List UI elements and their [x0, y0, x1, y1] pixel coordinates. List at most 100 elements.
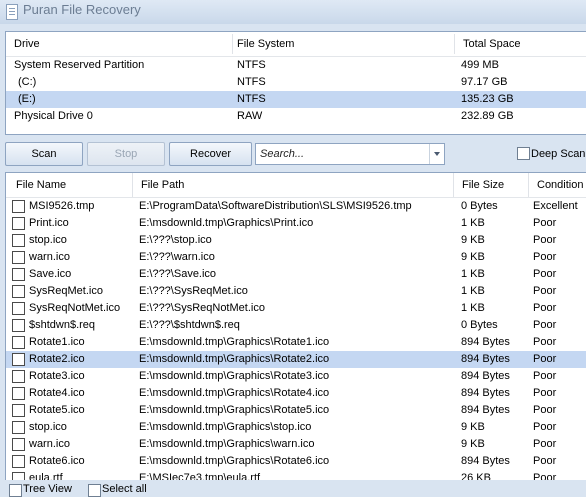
file-cell-size: 1 KB: [461, 302, 485, 314]
file-select-checkbox[interactable]: [12, 234, 25, 247]
file-cell-size: 9 KB: [461, 438, 485, 450]
file-row[interactable]: Rotate5.ico E:\msdownld.tmp\Graphics\Rota…: [6, 402, 586, 419]
drive-list[interactable]: Drive File System Total Space System Res…: [5, 31, 586, 135]
column-header-condition[interactable]: Condition: [537, 179, 583, 191]
deep-scan-label[interactable]: Deep Scan: [531, 148, 585, 160]
file-cell-path: E:\???\$shtdwn$.req: [139, 319, 240, 331]
column-header-drive[interactable]: Drive: [14, 38, 40, 50]
deep-scan-checkbox[interactable]: [517, 147, 530, 160]
file-select-checkbox[interactable]: [12, 353, 25, 366]
file-cell-name: SysReqMet.ico: [29, 285, 103, 297]
drive-row[interactable]: (C:) NTFS 97.17 GB: [6, 74, 586, 91]
file-cell-condition: Poor: [533, 268, 557, 280]
file-select-checkbox[interactable]: [12, 217, 25, 230]
file-row[interactable]: Rotate4.ico E:\msdownld.tmp\Graphics\Rota…: [6, 385, 586, 402]
file-cell-condition: Poor: [533, 387, 557, 399]
file-cell-condition: Poor: [533, 336, 557, 348]
file-select-checkbox[interactable]: [12, 285, 25, 298]
file-cell-name: Rotate3.ico: [29, 370, 85, 382]
file-cell-size: 894 Bytes: [461, 387, 510, 399]
drive-cell-drive: Physical Drive 0: [14, 110, 93, 122]
file-row[interactable]: stop.ico E:\???\stop.ico 9 KB Poor: [6, 232, 586, 249]
file-select-checkbox[interactable]: [12, 302, 25, 315]
file-list[interactable]: File Name File Path File Size Condition …: [5, 172, 586, 482]
drive-cell-drive: (C:): [18, 76, 37, 88]
file-cell-condition: Excellent: [533, 200, 578, 212]
file-row[interactable]: Rotate1.ico E:\msdownld.tmp\Graphics\Rota…: [6, 334, 586, 351]
file-cell-condition: Poor: [533, 234, 557, 246]
drive-row[interactable]: Physical Drive 0 RAW 232.89 GB: [6, 108, 586, 125]
file-select-checkbox[interactable]: [12, 251, 25, 264]
file-select-checkbox[interactable]: [12, 387, 25, 400]
file-cell-name: Rotate4.ico: [29, 387, 85, 399]
file-cell-path: E:\msdownld.tmp\Graphics\Rotate1.ico: [139, 336, 330, 348]
tree-view-checkbox[interactable]: [9, 484, 22, 497]
search-input[interactable]: [256, 144, 428, 164]
drive-cell-fs: NTFS: [237, 76, 266, 88]
drive-row[interactable]: (E:) NTFS 135.23 GB: [6, 91, 586, 108]
file-row[interactable]: Rotate3.ico E:\msdownld.tmp\Graphics\Rota…: [6, 368, 586, 385]
file-row[interactable]: SysReqMet.ico E:\???\SysReqMet.ico 1 KB Poo…: [6, 283, 586, 300]
file-cell-name: Rotate2.ico: [29, 353, 85, 365]
select-all-checkbox[interactable]: [88, 484, 101, 497]
column-divider[interactable]: [453, 173, 454, 197]
file-cell-path: E:\msdownld.tmp\Graphics\stop.ico: [139, 421, 312, 433]
file-row[interactable]: SysReqNotMet.ico E:\???\SysReqNotMet.ico 1…: [6, 300, 586, 317]
drive-cell-space: 499 MB: [461, 59, 499, 71]
drive-cell-fs: RAW: [237, 110, 263, 122]
file-select-checkbox[interactable]: [12, 268, 25, 281]
search-combobox[interactable]: [255, 143, 445, 165]
tree-view-label[interactable]: Tree View: [23, 483, 72, 495]
file-select-checkbox[interactable]: [12, 455, 25, 468]
file-select-checkbox[interactable]: [12, 421, 25, 434]
drive-cell-fs: NTFS: [237, 59, 266, 71]
file-cell-path: E:\msdownld.tmp\Graphics\Rotate6.ico: [139, 455, 330, 467]
column-divider[interactable]: [132, 173, 133, 197]
file-row[interactable]: warn.ico E:\???\warn.ico 9 KB Poor: [6, 249, 586, 266]
select-all-label[interactable]: Select all: [102, 483, 147, 495]
file-cell-path: E:\msdownld.tmp\Graphics\Rotate3.ico: [139, 370, 330, 382]
column-divider[interactable]: [528, 173, 529, 197]
column-divider[interactable]: [232, 34, 233, 54]
file-cell-size: 9 KB: [461, 234, 485, 246]
file-cell-size: 1 KB: [461, 285, 485, 297]
file-select-checkbox[interactable]: [12, 404, 25, 417]
file-cell-size: 894 Bytes: [461, 404, 510, 416]
column-header-file-size[interactable]: File Size: [462, 179, 504, 191]
file-cell-path: E:\???\SysReqMet.ico: [139, 285, 248, 297]
column-header-file-path[interactable]: File Path: [141, 179, 184, 191]
file-row[interactable]: Print.ico E:\msdownld.tmp\Graphics\Print.…: [6, 215, 586, 232]
drive-row[interactable]: System Reserved Partition NTFS 499 MB: [6, 57, 586, 74]
file-cell-size: 0 Bytes: [461, 200, 498, 212]
column-header-file-system[interactable]: File System: [237, 38, 294, 50]
column-header-total-space[interactable]: Total Space: [463, 38, 520, 50]
file-cell-path: E:\msdownld.tmp\Graphics\Print.ico: [139, 217, 314, 229]
column-header-file-name[interactable]: File Name: [16, 179, 66, 191]
drive-cell-space: 97.17 GB: [461, 76, 508, 88]
file-row[interactable]: MSI9526.tmp E:\ProgramData\SoftwareDistri…: [6, 198, 586, 215]
file-select-checkbox[interactable]: [12, 438, 25, 451]
file-select-checkbox[interactable]: [12, 370, 25, 383]
column-divider[interactable]: [454, 34, 455, 54]
title-bar: Puran File Recovery: [0, 0, 586, 24]
file-row[interactable]: Rotate2.ico E:\msdownld.tmp\Graphics\Rota…: [6, 351, 586, 368]
file-row[interactable]: Rotate6.ico E:\msdownld.tmp\Graphics\Rota…: [6, 453, 586, 470]
file-cell-condition: Poor: [533, 217, 557, 229]
file-select-checkbox[interactable]: [12, 336, 25, 349]
file-row[interactable]: $shtdwn$.req E:\???\$shtdwn$.req 0 Bytes Po…: [6, 317, 586, 334]
recover-button[interactable]: Recover: [169, 142, 252, 166]
file-row[interactable]: Save.ico E:\???\Save.ico 1 KB Poor: [6, 266, 586, 283]
file-cell-condition: Poor: [533, 455, 557, 467]
file-cell-condition: Poor: [533, 302, 557, 314]
file-select-checkbox[interactable]: [12, 319, 25, 332]
file-row[interactable]: warn.ico E:\msdownld.tmp\Graphics\warn.ic…: [6, 436, 586, 453]
file-cell-name: $shtdwn$.req: [29, 319, 96, 331]
file-select-checkbox[interactable]: [12, 200, 25, 213]
file-cell-condition: Poor: [533, 404, 557, 416]
chevron-down-icon[interactable]: [429, 144, 444, 164]
scan-button[interactable]: Scan: [5, 142, 83, 166]
toolbar: Scan Stop Recover Deep Scan: [0, 142, 586, 166]
stop-button[interactable]: Stop: [87, 142, 165, 166]
file-cell-condition: Poor: [533, 370, 557, 382]
file-row[interactable]: stop.ico E:\msdownld.tmp\Graphics\stop.ic…: [6, 419, 586, 436]
